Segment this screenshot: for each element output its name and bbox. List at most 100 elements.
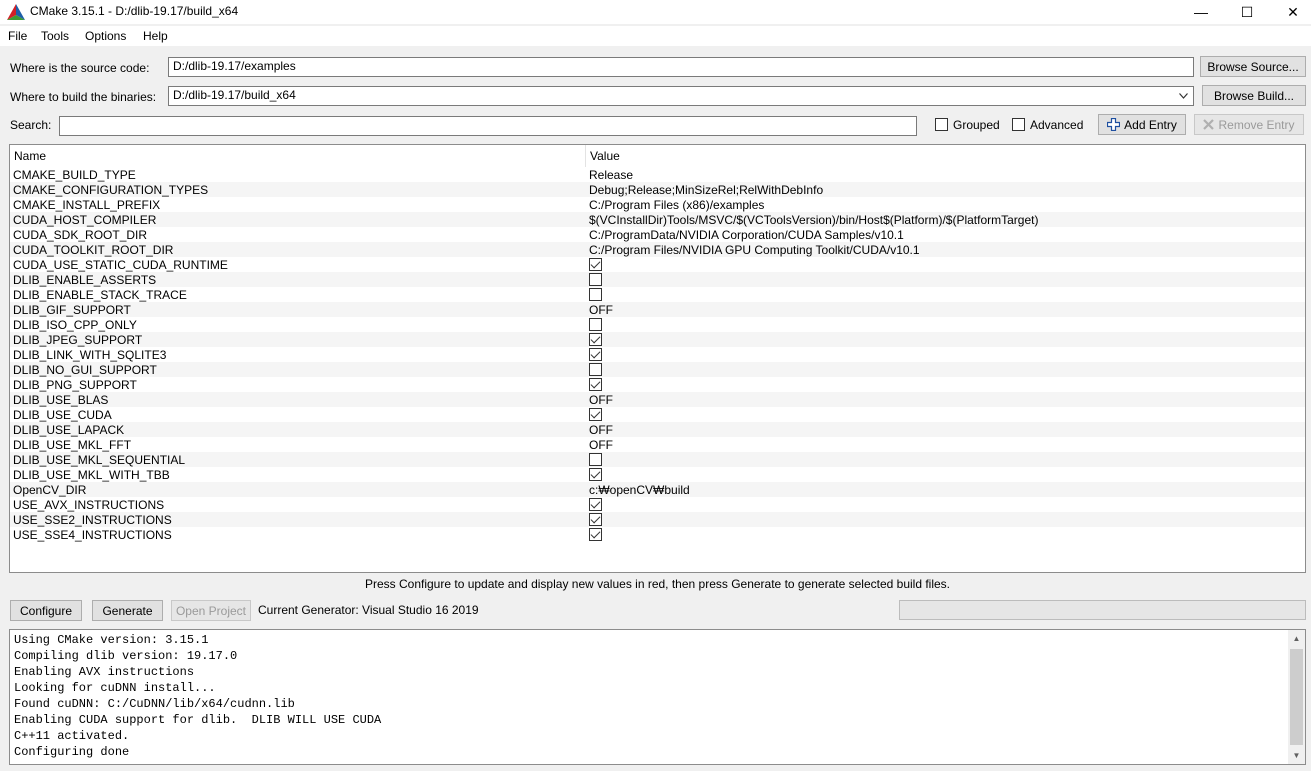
table-row[interactable]: DLIB_USE_LAPACK OFF (10, 422, 1305, 437)
menu-file[interactable]: File (8, 29, 27, 43)
cache-entry-checkbox[interactable] (589, 453, 602, 466)
table-row[interactable]: DLIB_ISO_CPP_ONLY (10, 317, 1305, 332)
table-row[interactable]: CMAKE_CONFIGURATION_TYPES Debug;Release;M… (10, 182, 1305, 197)
close-button[interactable]: ✕ (1270, 0, 1311, 24)
table-row[interactable]: DLIB_ENABLE_STACK_TRACE (10, 287, 1305, 302)
progress-bar (899, 600, 1306, 620)
cache-entry-value[interactable]: $(VCInstallDir)Tools/MSVC/$(VCToolsVersi… (589, 213, 1038, 227)
cache-entry-name: DLIB_USE_CUDA (13, 408, 112, 422)
output-line: Looking for cuDNN install... (14, 681, 216, 695)
cache-entry-checkbox[interactable] (589, 378, 602, 391)
table-row[interactable]: CUDA_HOST_COMPILER $(VCInstallDir)Tools/M… (10, 212, 1305, 227)
cache-entry-checkbox[interactable] (589, 408, 602, 421)
output-line: Using CMake version: 3.15.1 (14, 633, 209, 647)
maximize-button[interactable]: ☐ (1224, 0, 1270, 24)
browse-build-button[interactable]: Browse Build... (1202, 85, 1306, 106)
advanced-checkbox[interactable] (1012, 118, 1025, 131)
cache-entry-checkbox[interactable] (589, 498, 602, 511)
menu-options[interactable]: Options (85, 29, 126, 43)
cache-entry-checkbox[interactable] (589, 528, 602, 541)
cache-entry-checkbox[interactable] (589, 363, 602, 376)
cache-entry-value[interactable]: C:/Program Files/NVIDIA GPU Computing To… (589, 243, 920, 257)
cache-entry-checkbox[interactable] (589, 258, 602, 271)
cache-entry-name: CMAKE_CONFIGURATION_TYPES (13, 183, 209, 197)
cmake-logo-icon (7, 4, 25, 20)
source-path-input[interactable]: D:/dlib-19.17/examples (168, 57, 1194, 77)
cache-entry-name: CUDA_TOOLKIT_ROOT_DIR (13, 243, 174, 257)
cache-entry-name: USE_SSE4_INSTRUCTIONS (13, 528, 172, 542)
generate-button[interactable]: Generate (92, 600, 163, 621)
menu-bar: File Tools Options Help (0, 26, 1311, 46)
cache-entry-value[interactable]: Debug;Release;MinSizeRel;RelWithDebInfo (589, 183, 823, 197)
cache-entry-name: DLIB_USE_MKL_SEQUENTIAL (13, 453, 186, 467)
table-row[interactable]: DLIB_USE_CUDA (10, 407, 1305, 422)
remove-entry-button[interactable]: Remove Entry (1194, 114, 1304, 135)
configure-button[interactable]: Configure (10, 600, 82, 621)
table-row[interactable]: DLIB_ENABLE_ASSERTS (10, 272, 1305, 287)
table-row[interactable]: USE_SSE4_INSTRUCTIONS (10, 527, 1305, 542)
scroll-down-arrow-icon[interactable]: ▼ (1288, 747, 1305, 764)
minimize-button[interactable]: — (1178, 0, 1224, 24)
table-row[interactable]: USE_SSE2_INSTRUCTIONS (10, 512, 1305, 527)
table-row[interactable]: CUDA_SDK_ROOT_DIR C:/ProgramData/NVIDIA C… (10, 227, 1305, 242)
output-line: Enabling CUDA support for dlib. DLIB WIL… (14, 713, 382, 727)
table-row[interactable]: USE_AVX_INSTRUCTIONS (10, 497, 1305, 512)
cache-entry-value[interactable]: c:₩openCV₩build (589, 483, 690, 497)
grouped-checkbox[interactable] (935, 118, 948, 131)
plus-icon (1107, 118, 1121, 131)
table-row[interactable]: DLIB_USE_MKL_WITH_TBB (10, 467, 1305, 482)
cache-entry-value[interactable]: C:/ProgramData/NVIDIA Corporation/CUDA S… (589, 228, 904, 242)
cache-entry-checkbox[interactable] (589, 333, 602, 346)
table-row[interactable]: CUDA_USE_STATIC_CUDA_RUNTIME (10, 257, 1305, 272)
table-row[interactable]: CUDA_TOOLKIT_ROOT_DIR C:/Program Files/NV… (10, 242, 1305, 257)
scroll-thumb[interactable] (1290, 649, 1303, 745)
cache-entry-checkbox[interactable] (589, 348, 602, 361)
table-row[interactable]: CMAKE_BUILD_TYPE Release (10, 167, 1305, 182)
build-path-combobox[interactable]: D:/dlib-19.17/build_x64 (168, 86, 1194, 106)
table-row[interactable]: DLIB_GIF_SUPPORT OFF (10, 302, 1305, 317)
cache-entry-name: DLIB_USE_MKL_FFT (13, 438, 132, 452)
search-input[interactable] (59, 116, 917, 136)
cache-entry-checkbox[interactable] (589, 468, 602, 481)
cache-entry-name: DLIB_ISO_CPP_ONLY (13, 318, 137, 332)
search-label: Search: (10, 118, 52, 132)
cache-entry-value[interactable]: Release (589, 168, 633, 182)
output-log[interactable]: Using CMake version: 3.15.1 Compiling dli… (9, 629, 1306, 765)
table-row[interactable]: DLIB_USE_MKL_FFT OFF (10, 437, 1305, 452)
menu-help[interactable]: Help (143, 29, 168, 43)
output-scrollbar[interactable]: ▲ ▼ (1288, 630, 1305, 764)
title-bar: CMake 3.15.1 - D:/dlib-19.17/build_x64 —… (0, 0, 1311, 24)
cache-entry-value[interactable]: OFF (589, 423, 613, 437)
cache-entry-value[interactable]: OFF (589, 438, 613, 452)
cache-entry-name: DLIB_USE_BLAS (13, 393, 109, 407)
chevron-down-icon[interactable] (1179, 93, 1188, 99)
table-row[interactable]: DLIB_LINK_WITH_SQLITE3 (10, 347, 1305, 362)
cache-entry-checkbox[interactable] (589, 318, 602, 331)
cache-entry-checkbox[interactable] (589, 288, 602, 301)
add-entry-button[interactable]: Add Entry (1098, 114, 1186, 135)
cache-entry-checkbox[interactable] (589, 513, 602, 526)
table-row[interactable]: DLIB_USE_BLAS OFF (10, 392, 1305, 407)
cache-entry-value[interactable]: C:/Program Files (x86)/examples (589, 198, 764, 212)
cache-entry-name: USE_SSE2_INSTRUCTIONS (13, 513, 172, 527)
table-row[interactable]: OpenCV_DIR c:₩openCV₩build (10, 482, 1305, 497)
cache-entry-value[interactable]: OFF (589, 393, 613, 407)
table-row[interactable]: DLIB_JPEG_SUPPORT (10, 332, 1305, 347)
cache-entry-name: CUDA_SDK_ROOT_DIR (13, 228, 148, 242)
open-project-button[interactable]: Open Project (171, 600, 251, 621)
cache-entry-name: CMAKE_BUILD_TYPE (13, 168, 136, 182)
cache-entry-value[interactable]: OFF (589, 303, 613, 317)
cache-entry-name: DLIB_USE_LAPACK (13, 423, 125, 437)
column-header-name[interactable]: Name (10, 145, 46, 167)
column-header-value[interactable]: Value (586, 145, 620, 167)
scroll-up-arrow-icon[interactable]: ▲ (1288, 630, 1305, 647)
window-title: CMake 3.15.1 - D:/dlib-19.17/build_x64 (30, 4, 239, 18)
menu-tools[interactable]: Tools (41, 29, 69, 43)
table-row[interactable]: DLIB_PNG_SUPPORT (10, 377, 1305, 392)
table-row[interactable]: DLIB_USE_MKL_SEQUENTIAL (10, 452, 1305, 467)
cache-entry-checkbox[interactable] (589, 273, 602, 286)
add-entry-label: Add Entry (1124, 117, 1177, 132)
table-row[interactable]: DLIB_NO_GUI_SUPPORT (10, 362, 1305, 377)
table-row[interactable]: CMAKE_INSTALL_PREFIX C:/Program Files (x8… (10, 197, 1305, 212)
browse-source-button[interactable]: Browse Source... (1200, 56, 1306, 77)
